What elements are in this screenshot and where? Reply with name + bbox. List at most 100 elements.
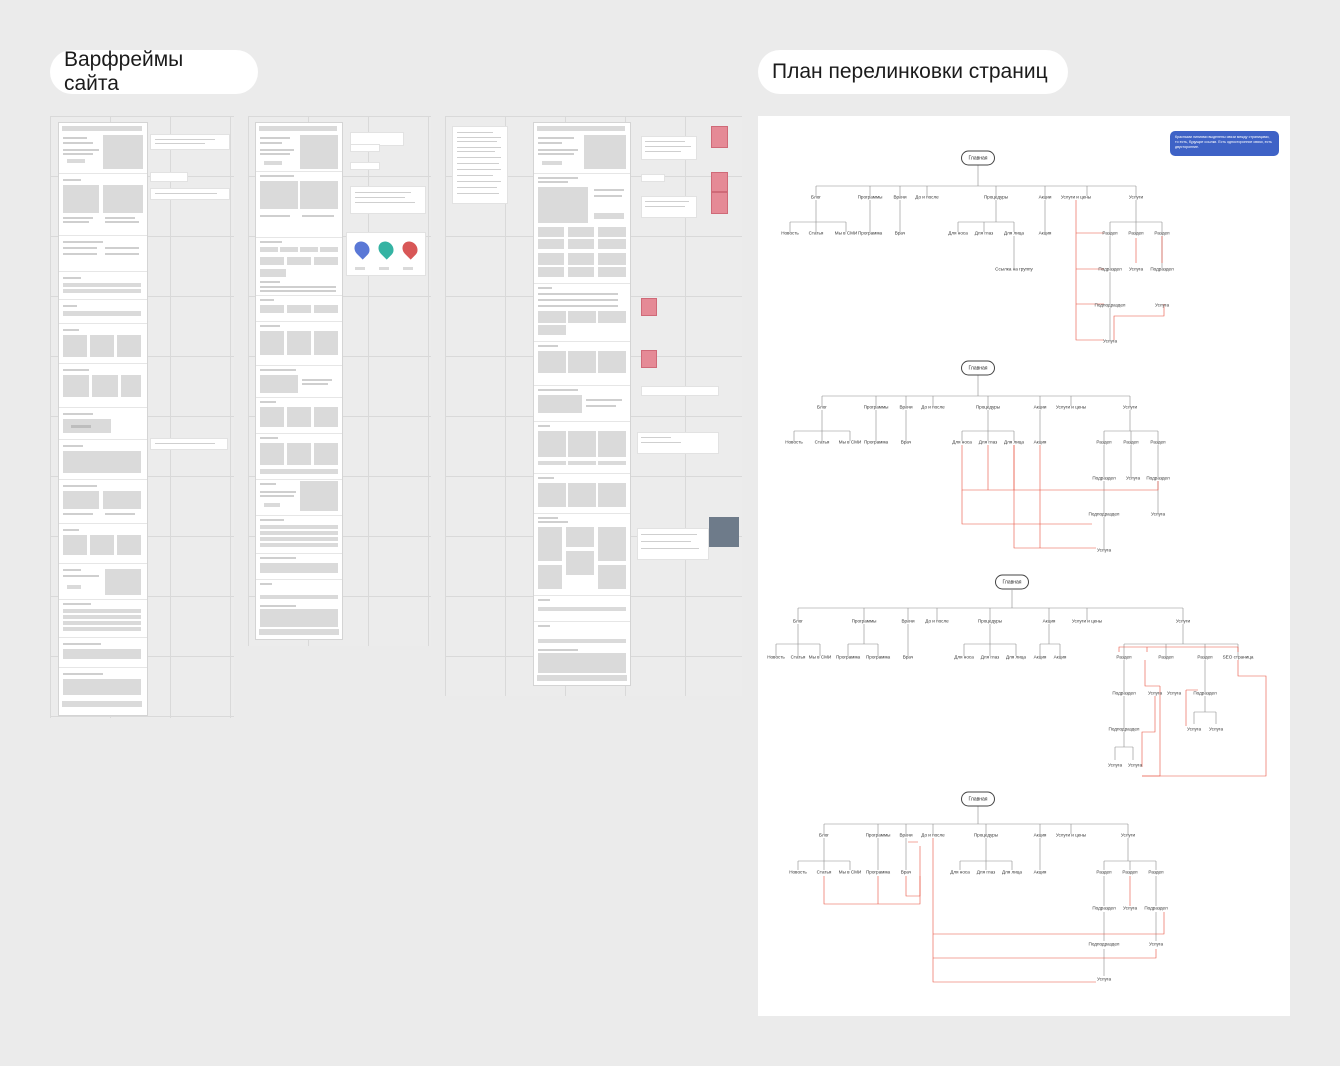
wireframe-page-service-mobile[interactable] xyxy=(255,122,343,640)
tree3-node[interactable]: Раздел xyxy=(1197,655,1212,661)
tree4-node[interactable]: Раздел xyxy=(1148,870,1163,876)
tree4-node[interactable]: Для носа xyxy=(950,870,970,876)
tree3-node[interactable]: Для носа xyxy=(954,655,974,661)
wireframe-board-3[interactable] xyxy=(445,116,742,696)
tree3-node[interactable]: Для лица xyxy=(1006,655,1026,661)
tree3-node[interactable]: Услуга xyxy=(1108,763,1122,769)
tree3-root[interactable]: Главная xyxy=(995,574,1029,590)
tree1-node[interactable]: Программа xyxy=(858,231,882,237)
tree2-node[interactable]: Подраздел xyxy=(1092,476,1115,482)
tree1-node[interactable]: Подраздел xyxy=(1098,267,1121,273)
tree3-node[interactable]: Программа xyxy=(866,655,890,661)
tree1-section[interactable]: Услуги xyxy=(1129,195,1143,201)
tree1-section[interactable]: Процедуры xyxy=(984,195,1008,201)
tree4-node[interactable]: Подраздел xyxy=(1092,906,1115,912)
tree2-node[interactable]: Мы в СМИ xyxy=(839,440,862,446)
tree1-node[interactable]: Новость xyxy=(781,231,799,237)
tree2-node[interactable]: Раздел xyxy=(1096,440,1111,446)
tree2-node[interactable]: Статья xyxy=(815,440,830,446)
tree4-node[interactable]: Раздел xyxy=(1096,870,1111,876)
tree3-node[interactable]: Подподраздел xyxy=(1109,727,1140,733)
tree2-section[interactable]: Врачи xyxy=(899,405,912,411)
tree1-section[interactable]: Программы xyxy=(858,195,883,201)
wireframe-board-1[interactable] xyxy=(50,116,234,718)
tree3-node[interactable]: Статья xyxy=(791,655,806,661)
tree1-section[interactable]: До и после xyxy=(915,195,938,201)
tree3-node[interactable]: Акция xyxy=(1054,655,1067,661)
tree2-node[interactable]: Подраздел xyxy=(1146,476,1169,482)
tree4-node[interactable]: Услуга xyxy=(1149,942,1163,948)
tree1-node[interactable]: Статья xyxy=(809,231,824,237)
tree3-node[interactable]: Подраздел xyxy=(1112,691,1135,697)
tree4-node[interactable]: Раздел xyxy=(1122,870,1137,876)
tree1-section[interactable]: Услуги и цены xyxy=(1061,195,1091,201)
linking-plan-board[interactable]: Красными линиями выделены связи между ст… xyxy=(758,116,1290,1016)
tree3-section[interactable]: Услуги и цены xyxy=(1072,619,1102,625)
wireframe-page-home-mobile[interactable] xyxy=(58,122,148,716)
wireframe-board-2[interactable] xyxy=(248,116,431,646)
tree2-section[interactable]: Услуги и цены xyxy=(1056,405,1086,411)
tree4-node[interactable]: Новость xyxy=(789,870,807,876)
tree4-node[interactable]: Мы в СМИ xyxy=(839,870,862,876)
tree4-section[interactable]: Процедуры xyxy=(974,833,998,839)
tree4-section[interactable]: До и после xyxy=(921,833,944,839)
tree3-node[interactable]: Акция xyxy=(1034,655,1047,661)
tree1-root[interactable]: Главная xyxy=(961,150,995,166)
tree4-node[interactable]: Подраздел xyxy=(1144,906,1167,912)
tree1-node[interactable]: Подподраздел xyxy=(1095,303,1126,309)
tree3-node[interactable]: Новость xyxy=(767,655,785,661)
tree3-section[interactable]: Программы xyxy=(852,619,877,625)
tree1-section[interactable]: Акции xyxy=(1039,195,1052,201)
tree2-node[interactable]: Услуга xyxy=(1097,548,1111,554)
tree3-section[interactable]: Блог xyxy=(793,619,803,625)
tree4-node[interactable]: Услуга xyxy=(1097,977,1111,983)
wireframe-page-desktop[interactable] xyxy=(533,122,631,686)
tree4-node[interactable]: Подподраздел xyxy=(1089,942,1120,948)
tree3-node[interactable]: Услуга xyxy=(1187,727,1201,733)
tree4-root[interactable]: Главная xyxy=(961,791,995,807)
tree3-node[interactable]: Программа xyxy=(836,655,860,661)
tree2-node[interactable]: Врач xyxy=(901,440,911,446)
tree3-node[interactable]: Раздел xyxy=(1158,655,1173,661)
tree1-node[interactable]: Услуга xyxy=(1103,339,1117,345)
tree4-section[interactable]: Программы xyxy=(866,833,891,839)
tree4-node[interactable]: Для глаз xyxy=(977,870,995,876)
tree4-node[interactable]: Акция xyxy=(1034,870,1047,876)
tree3-node[interactable]: Врач xyxy=(903,655,913,661)
tree3-node[interactable]: Услуга xyxy=(1148,691,1162,697)
tree3-node[interactable]: Мы в СМИ xyxy=(809,655,832,661)
tree1-node[interactable]: Раздел xyxy=(1154,231,1169,237)
tree4-node[interactable]: Услуга xyxy=(1123,906,1137,912)
tree1-node[interactable]: Для носа xyxy=(948,231,968,237)
tree2-section[interactable]: До и после xyxy=(921,405,944,411)
tree1-node[interactable]: Раздел xyxy=(1102,231,1117,237)
tree1-node[interactable]: Врач xyxy=(895,231,905,237)
tree2-section[interactable]: Акции xyxy=(1034,405,1047,411)
tree3-node[interactable]: Услуга xyxy=(1167,691,1181,697)
tree2-node[interactable]: Услуга xyxy=(1126,476,1140,482)
tree3-node[interactable]: Для глаз xyxy=(981,655,999,661)
tree3-node[interactable]: Раздел xyxy=(1116,655,1131,661)
tree4-section[interactable]: Врачи xyxy=(899,833,912,839)
tree4-section[interactable]: Услуги xyxy=(1121,833,1135,839)
tree2-section[interactable]: Процедуры xyxy=(976,405,1000,411)
tree4-section[interactable]: Акция xyxy=(1034,833,1047,839)
tree3-node[interactable]: Услуга xyxy=(1128,763,1142,769)
tree3-node[interactable]: Услуга xyxy=(1209,727,1223,733)
tree2-node[interactable]: Услуга xyxy=(1151,512,1165,518)
tree2-section[interactable]: Программы xyxy=(864,405,889,411)
tree2-node[interactable]: Для носа xyxy=(952,440,972,446)
tree2-node[interactable]: Для глаз xyxy=(979,440,997,446)
tree1-section[interactable]: Блог xyxy=(811,195,821,201)
tree4-node[interactable]: Для лица xyxy=(1002,870,1022,876)
tree1-node[interactable]: Для лица xyxy=(1004,231,1024,237)
tree2-node[interactable]: Программа xyxy=(864,440,888,446)
tree2-root[interactable]: Главная xyxy=(961,360,995,376)
tree2-node[interactable]: Для лица xyxy=(1004,440,1024,446)
tree4-node[interactable]: Статья xyxy=(817,870,832,876)
tree1-node[interactable]: Ссылка на группу xyxy=(995,267,1033,273)
tree1-node[interactable]: Акция xyxy=(1039,231,1052,237)
tree3-node[interactable]: Подраздел xyxy=(1193,691,1216,697)
tree2-section[interactable]: Услуги xyxy=(1123,405,1137,411)
tree2-node[interactable]: Раздел xyxy=(1150,440,1165,446)
